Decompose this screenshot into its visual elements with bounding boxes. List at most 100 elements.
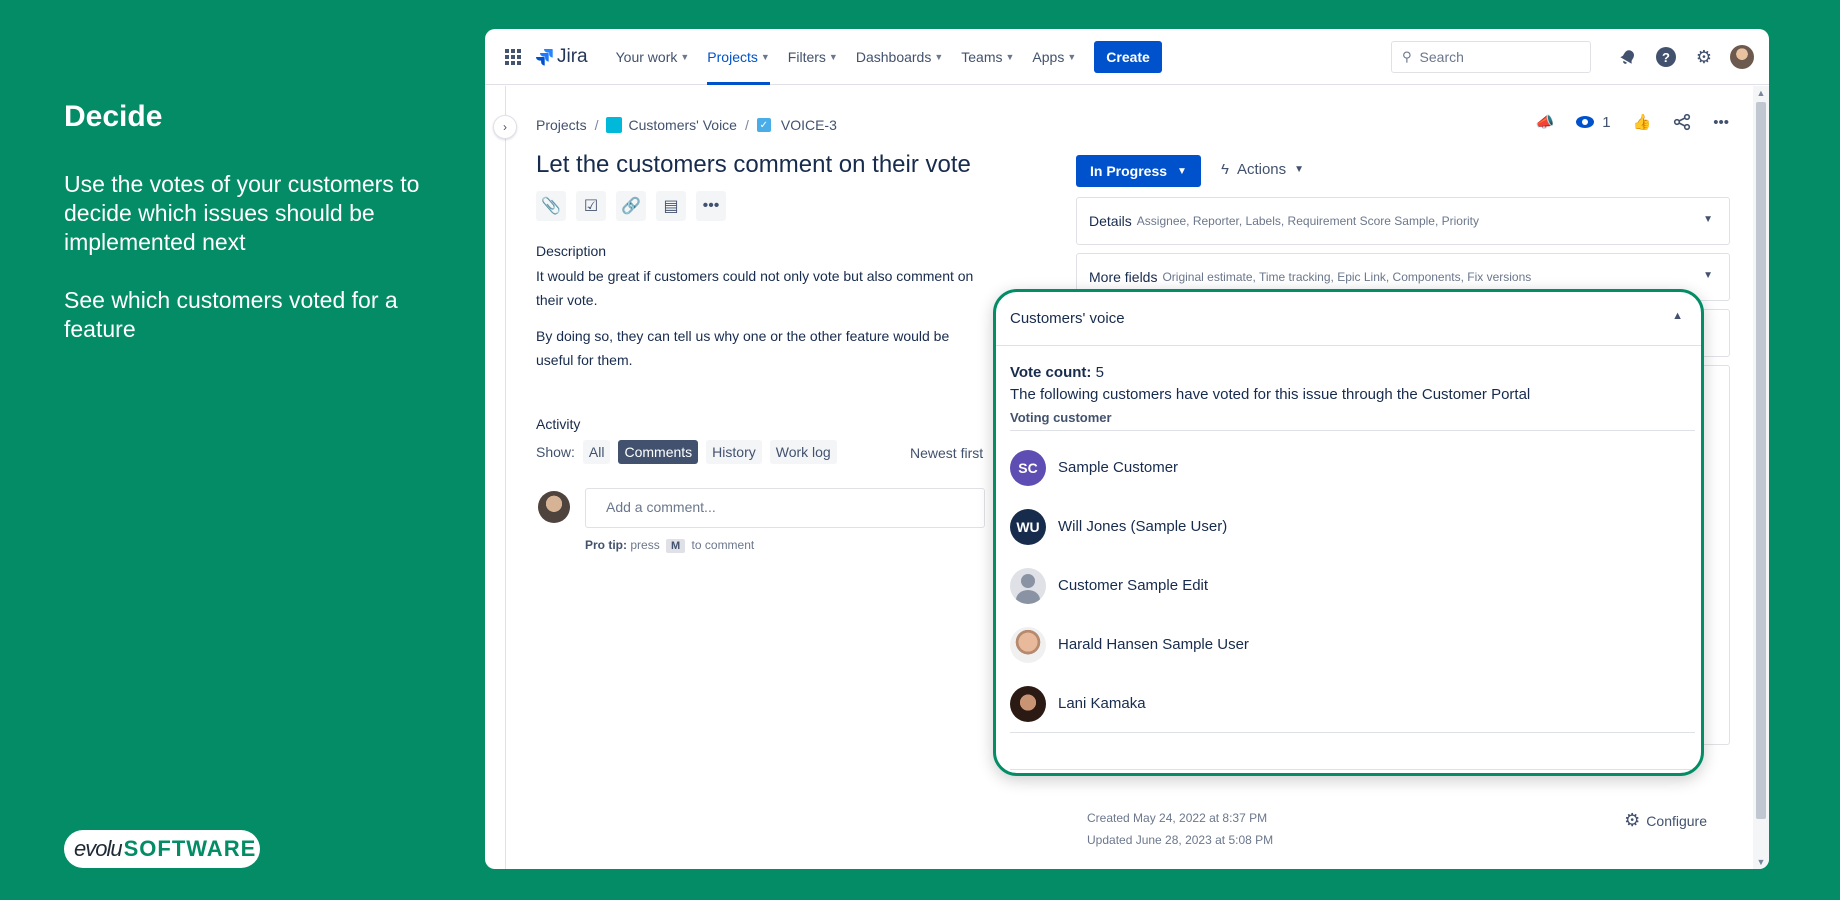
voter-row[interactable]: Lani Kamaka: [1010, 674, 1694, 733]
watch-button[interactable]: 1: [1576, 114, 1611, 131]
pro-tip-key: M: [666, 539, 686, 553]
configure-button[interactable]: ⚙ Configure: [1624, 810, 1707, 831]
create-button[interactable]: Create: [1094, 40, 1162, 73]
chevron-down-icon: ▼: [1005, 51, 1015, 62]
pro-tip-pre: press: [630, 538, 660, 552]
avatar: [1010, 626, 1046, 663]
chevron-down-icon: ▼: [1703, 214, 1713, 225]
actions-button[interactable]: ϟ Actions ▼: [1221, 161, 1304, 178]
help-button[interactable]: ?: [1653, 44, 1679, 70]
voter-row[interactable]: Harald Hansen Sample User: [1010, 615, 1694, 674]
scrollbar-thumb[interactable]: [1756, 102, 1766, 819]
nav-right-group: ⚲ Search ? ⚙: [1391, 41, 1755, 73]
promo-title: Decide: [64, 100, 163, 133]
jira-logo-text: Jira: [557, 45, 588, 67]
promo-paragraph-2: See which customers voted for a feature: [64, 287, 398, 342]
jira-logo[interactable]: Jira: [535, 46, 588, 68]
details-fields: Assignee, Reporter, Labels, Requirement …: [1136, 214, 1479, 228]
add-page-icon[interactable]: ▤: [656, 191, 686, 221]
breadcrumb-issue-key[interactable]: VOICE-3: [781, 117, 837, 133]
vote-count-value: 5: [1095, 364, 1104, 381]
nav-teams[interactable]: Teams ▼: [961, 29, 1014, 85]
breadcrumb-separator: /: [744, 117, 749, 133]
filter-all[interactable]: All: [582, 440, 611, 464]
status-button[interactable]: In Progress ▼: [1076, 155, 1201, 187]
filter-work-log[interactable]: Work log: [769, 440, 837, 464]
nav-your-work[interactable]: Your work ▼: [616, 29, 690, 85]
search-input[interactable]: ⚲ Search: [1391, 41, 1591, 73]
pro-tip-post: to comment: [691, 538, 755, 552]
more-actions-icon[interactable]: •••: [1713, 114, 1729, 131]
description-paragraph-2: By doing so, they can tell us why one or…: [536, 328, 950, 368]
gear-icon: ⚙: [1624, 810, 1641, 830]
nav-apps[interactable]: Apps ▼: [1032, 29, 1076, 85]
task-type-icon: ✓: [756, 118, 771, 132]
comment-input[interactable]: Add a comment...: [585, 488, 985, 528]
issue-title[interactable]: Let the customers comment on their vote: [536, 151, 971, 179]
scrollbar[interactable]: ▲ ▼: [1753, 86, 1769, 869]
details-panel[interactable]: Details Assignee, Reporter, Labels, Requ…: [1076, 197, 1730, 245]
vote-count: Vote count: 5: [1010, 364, 1104, 381]
expand-sidebar-button[interactable]: ›: [493, 115, 517, 139]
chevron-down-icon: ▼: [760, 51, 770, 62]
nav-filters-label: Filters: [787, 48, 826, 65]
nav-projects[interactable]: Projects ▼: [707, 29, 770, 85]
voter-row[interactable]: SC Sample Customer: [1010, 438, 1694, 497]
voter-name: Harald Hansen Sample User: [1058, 636, 1249, 653]
voter-name: Sample Customer: [1058, 459, 1179, 476]
jira-logo-icon: [536, 48, 553, 66]
lightning-icon: ϟ: [1221, 161, 1229, 178]
evolu-software-logo: evolu SOFTWARE: [64, 830, 260, 868]
filter-comments[interactable]: Comments: [618, 440, 699, 464]
sort-order-button[interactable]: Newest first: [910, 445, 983, 461]
notifications-icon[interactable]: [1615, 44, 1641, 70]
voter-row[interactable]: WU Will Jones (Sample User): [1010, 497, 1694, 556]
voter-name: Customer Sample Edit: [1058, 577, 1209, 594]
share-icon[interactable]: [1673, 113, 1691, 131]
issue-top-actions: 📣 1 👍 •••: [1514, 113, 1729, 132]
app-switcher-icon[interactable]: [505, 48, 521, 65]
voter-name: Lani Kamaka: [1058, 695, 1146, 712]
pro-tip: Pro tip: press M to comment: [585, 538, 755, 553]
updated-date: Updated June 28, 2023 at 5:08 PM: [1087, 833, 1274, 847]
scroll-down-icon[interactable]: ▼: [1753, 857, 1769, 867]
scroll-up-icon[interactable]: ▲: [1753, 88, 1769, 98]
search-placeholder: Search: [1419, 49, 1464, 65]
customers-voice-header[interactable]: Customers' voice ▲: [996, 292, 1701, 346]
voter-row[interactable]: Customer Sample Edit: [1010, 556, 1694, 615]
chevron-down-icon: ▼: [934, 51, 944, 62]
voter-name: Will Jones (Sample User): [1058, 518, 1228, 535]
more-icon[interactable]: •••: [696, 191, 726, 221]
chevron-right-icon: ›: [503, 120, 507, 134]
list-divider: [1010, 732, 1695, 733]
attach-icon[interactable]: 📎: [536, 191, 566, 221]
chevron-down-icon: ▼: [1294, 164, 1305, 175]
nav-projects-label: Projects: [707, 48, 758, 65]
vote-like-icon[interactable]: 👍: [1633, 113, 1652, 131]
breadcrumb-projects[interactable]: Projects: [536, 117, 587, 133]
breadcrumb: Projects / Customers' Voice / ✓ VOICE-3: [536, 117, 837, 133]
gear-icon: ⚙: [1695, 46, 1713, 67]
description-body[interactable]: It would be great if customers could not…: [536, 264, 986, 384]
add-child-issue-icon[interactable]: ☑: [576, 191, 606, 221]
avatar: SC: [1010, 449, 1046, 486]
nav-dashboards[interactable]: Dashboards ▼: [856, 29, 943, 85]
help-icon: ?: [1656, 47, 1676, 67]
link-issue-icon[interactable]: 🔗: [616, 191, 646, 221]
give-feedback-icon[interactable]: 📣: [1536, 113, 1555, 131]
breadcrumb-project[interactable]: Customers' Voice: [628, 117, 737, 133]
chevron-down-icon: ▼: [1703, 270, 1713, 281]
breadcrumb-separator: /: [594, 117, 599, 133]
nav-filters[interactable]: Filters ▼: [788, 29, 838, 85]
promo-paragraph-1: Use the votes of your customers to decid…: [64, 171, 420, 255]
chevron-down-icon: ▼: [1177, 165, 1187, 177]
header-divider: [1010, 430, 1695, 431]
details-title: Details: [1089, 213, 1132, 229]
settings-button[interactable]: ⚙: [1691, 44, 1717, 70]
activity-label: Activity: [536, 416, 581, 432]
filter-history[interactable]: History: [706, 440, 762, 464]
voting-customer-header: Voting customer: [1010, 410, 1112, 425]
profile-button[interactable]: [1729, 44, 1755, 70]
logo-evolu-text: evolu: [74, 836, 123, 861]
customers-voice-title: Customers' voice: [1010, 310, 1125, 327]
